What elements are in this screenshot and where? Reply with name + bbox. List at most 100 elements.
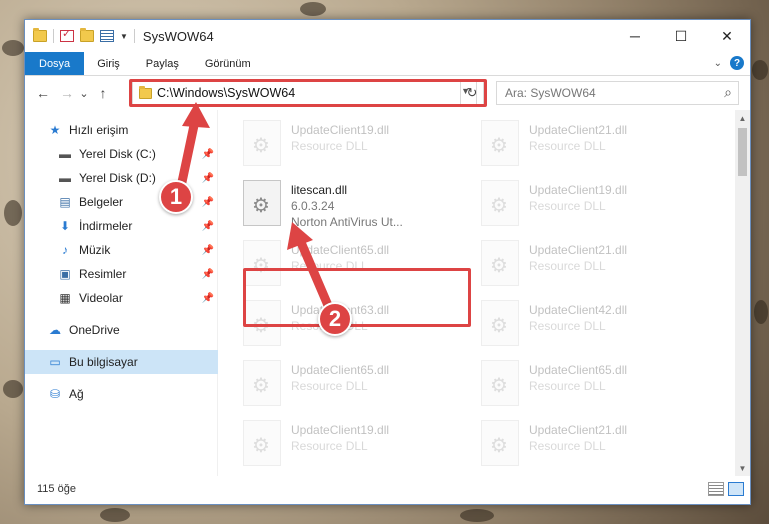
background-spot [300, 2, 326, 16]
window-title: SysWOW64 [142, 28, 214, 44]
file-name: UpdateClient19.dll [291, 423, 390, 437]
file-text: UpdateClient65.dll Resource DLL [291, 362, 389, 414]
file-item[interactable]: UpdateClient65.dll Resource DLL [243, 356, 473, 414]
sidebar-item-label: Yerel Disk (C:) [79, 147, 156, 161]
file-item[interactable]: UpdateClient65.dll Resource DLL [481, 356, 711, 414]
background-spot [752, 60, 768, 80]
file-item[interactable]: UpdateClient19.dll Resource DLL [243, 116, 473, 174]
details-view-icon[interactable] [708, 482, 724, 496]
file-name: UpdateClient19.dll [291, 123, 390, 137]
pin-icon[interactable]: 📌 [202, 197, 214, 208]
file-detail: Resource DLL [529, 379, 606, 393]
drive-icon: ▬ [59, 171, 71, 185]
navigation-pane: ★ Hızlı erişim ▬ Yerel Disk (C:) 📌 ▬ Yerel Dis… [25, 110, 218, 476]
tab-share[interactable]: Paylaş [133, 52, 192, 75]
file-item[interactable]: UpdateClient21.dll Resource DLL [481, 416, 711, 474]
star-icon: ★ [49, 123, 61, 137]
dll-file-icon [481, 360, 519, 406]
new-folder-icon[interactable] [80, 28, 94, 42]
up-button[interactable]: ↑ [93, 85, 113, 101]
file-detail: Resource DLL [529, 439, 606, 453]
view-buttons [708, 482, 744, 496]
sidebar-item-video[interactable]: ▦ Videolar 📌 [25, 286, 218, 310]
sidebar-item-download[interactable]: ⬇ İndirmeler 📌 [25, 214, 218, 238]
explorer-window: ▼ SysWOW64 ─ ☐ ✕ Dosya Giriş Paylaş Görü… [24, 19, 751, 505]
file-text: UpdateClient21.dll Resource DLL [529, 242, 627, 294]
file-detail: Norton AntiVirus Ut... [291, 215, 403, 229]
tab-home[interactable]: Giriş [84, 52, 133, 75]
sidebar-item-network[interactable]: ⛁ Ağ [25, 382, 218, 406]
scroll-up-icon[interactable]: ▲ [735, 110, 750, 126]
cloud-icon: ☁ [49, 323, 61, 337]
background-spot [3, 380, 23, 398]
recent-locations-button[interactable]: ⌄ [77, 87, 91, 100]
file-detail: Resource DLL [291, 139, 368, 153]
list-properties-icon[interactable] [100, 30, 114, 42]
sidebar-item-label: Hızlı erişim [69, 123, 129, 137]
file-item[interactable]: litescan.dll 6.0.3.24 Norton AntiVirus Ut.… [243, 176, 473, 234]
sidebar-item-star[interactable]: ★ Hızlı erişim [25, 118, 218, 142]
file-item[interactable]: UpdateClient42.dll Resource DLL [481, 296, 711, 354]
sidebar-item-drive[interactable]: ▬ Yerel Disk (C:) 📌 [25, 142, 218, 166]
sidebar-item-label: Müzik [79, 243, 111, 257]
file-detail: Resource DLL [529, 199, 606, 213]
step-2-callout: 2 [318, 302, 352, 336]
tab-file[interactable]: Dosya [25, 52, 85, 75]
help-icon[interactable]: ? [730, 56, 744, 70]
navigation-bar: ← → ⌄ ↑ C:\Windows\SysWOW64 ▼ ↻ Ara: Sys… [25, 76, 750, 110]
item-count: 115 öğe [37, 483, 76, 495]
dll-file-icon [481, 300, 519, 346]
back-button[interactable]: ← [33, 85, 53, 101]
download-icon: ⬇ [59, 219, 71, 233]
sidebar-item-computer[interactable]: ▭ Bu bilgisayar [25, 350, 218, 374]
pin-icon[interactable]: 📌 [202, 221, 214, 232]
file-item[interactable]: UpdateClient19.dll Resource DLL [243, 416, 473, 474]
maximize-button[interactable]: ☐ [658, 20, 704, 52]
customize-toolbar-icon[interactable]: ▼ [120, 32, 128, 41]
pin-icon[interactable]: 📌 [202, 149, 214, 160]
large-icons-view-icon[interactable] [728, 482, 744, 496]
quick-access-toolbar: ▼ [25, 27, 135, 43]
sidebar-item-label: Bu bilgisayar [69, 355, 138, 369]
ribbon-right-controls: ⌄ ? [714, 56, 744, 70]
sidebar-item-label: Videolar [79, 291, 123, 305]
pin-icon[interactable]: 📌 [202, 269, 214, 280]
file-detail: Resource DLL [529, 259, 606, 273]
dll-file-icon [243, 180, 281, 226]
scroll-thumb[interactable] [738, 128, 747, 176]
file-detail: Resource DLL [529, 319, 606, 333]
file-text: UpdateClient19.dll Resource DLL [291, 422, 389, 474]
file-item[interactable]: UpdateClient19.dll Resource DLL [481, 176, 711, 234]
file-name: UpdateClient21.dll [529, 123, 628, 137]
folder-icon [33, 28, 47, 42]
pin-icon[interactable]: 📌 [202, 293, 214, 304]
status-bar: 115 öğe [25, 474, 750, 504]
sidebar-item-label: Resimler [79, 267, 127, 281]
file-text: UpdateClient21.dll Resource DLL [529, 422, 627, 474]
content-area: ★ Hızlı erişim ▬ Yerel Disk (C:) 📌 ▬ Yerel Dis… [25, 110, 750, 476]
sidebar-item-pictures[interactable]: ▣ Resimler 📌 [25, 262, 218, 286]
pin-icon[interactable]: 📌 [202, 173, 214, 184]
properties-check-icon[interactable] [60, 27, 74, 42]
tab-view[interactable]: Görünüm [192, 52, 264, 75]
file-item[interactable]: UpdateClient21.dll Resource DLL [481, 116, 711, 174]
sidebar-item-cloud[interactable]: ☁ OneDrive [25, 318, 218, 342]
background-spot [4, 200, 22, 226]
dll-file-icon [243, 360, 281, 406]
annotation-highlight-address [129, 79, 487, 107]
sidebar-item-music[interactable]: ♪ Müzik 📌 [25, 238, 218, 262]
expand-ribbon-icon[interactable]: ⌄ [714, 58, 722, 69]
close-button[interactable]: ✕ [704, 20, 750, 52]
file-name: UpdateClient19.dll [529, 183, 628, 197]
pin-icon[interactable]: 📌 [202, 245, 214, 256]
search-icon[interactable]: ⌕ [724, 84, 732, 101]
dll-file-icon [481, 420, 519, 466]
vertical-scrollbar[interactable]: ▲ ▼ [735, 110, 750, 476]
sidebar-item-label: İndirmeler [79, 219, 133, 233]
file-item[interactable]: UpdateClient21.dll Resource DLL [481, 236, 711, 294]
minimize-button[interactable]: ─ [612, 20, 658, 52]
search-box[interactable]: Ara: SysWOW64 ⌕ [496, 81, 739, 105]
file-text: litescan.dll 6.0.3.24 Norton AntiVirus Ut.… [291, 182, 403, 234]
forward-button[interactable]: → [57, 85, 77, 101]
background-spot [2, 40, 24, 56]
